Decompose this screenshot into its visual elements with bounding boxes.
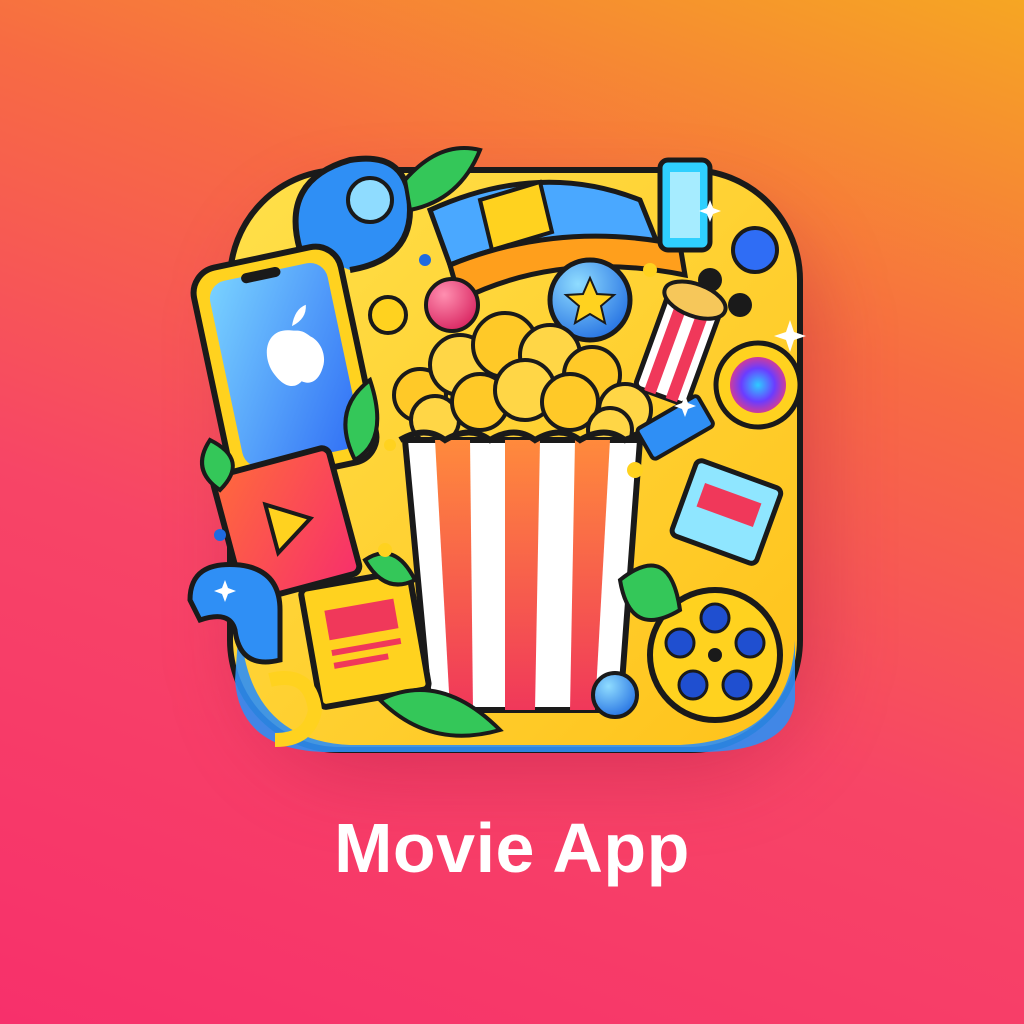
home-screen: Movie App [0, 0, 1024, 1024]
ticket-icon [298, 568, 432, 710]
popcorn-bucket [398, 429, 644, 713]
app-icon-label: Movie App [334, 809, 690, 887]
popcorn-bucket-icon [187, 146, 806, 753]
movie-app-icon[interactable] [180, 140, 840, 760]
